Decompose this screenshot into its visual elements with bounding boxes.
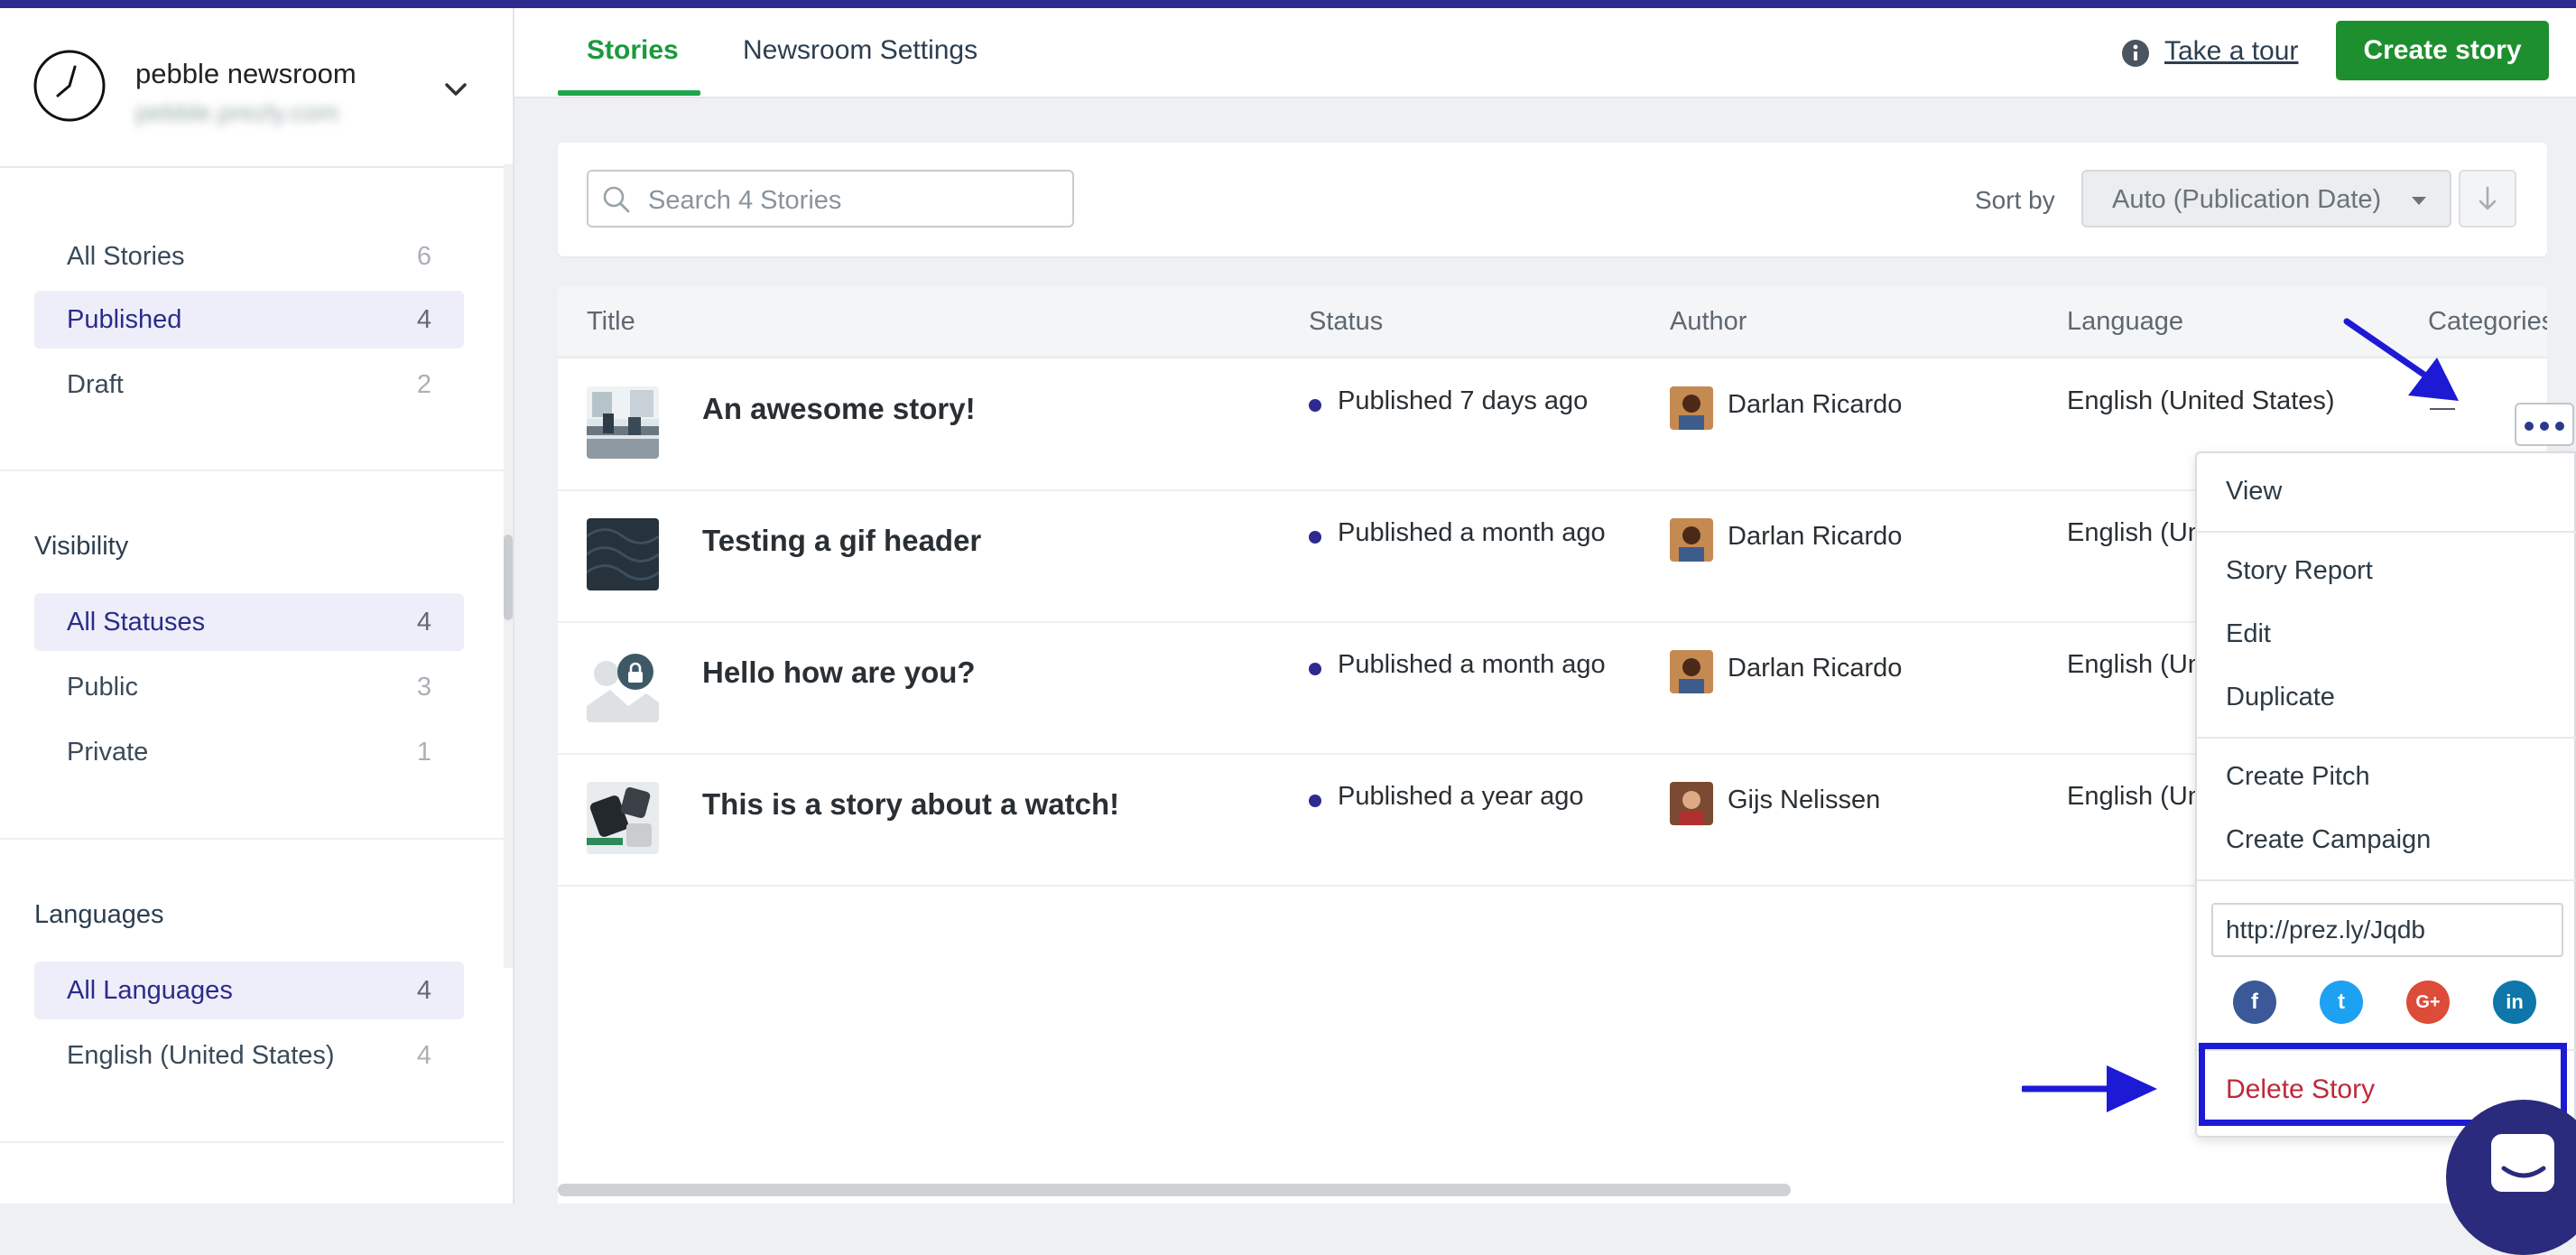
sidebar-item-private[interactable]: Private 1 (34, 723, 464, 781)
twitter-share-icon[interactable]: t (2320, 981, 2363, 1024)
story-author: Darlan Ricardo (1728, 654, 1903, 683)
linkedin-share-icon[interactable]: in (2493, 981, 2536, 1024)
clock-logo-icon (33, 50, 106, 122)
facebook-share-icon[interactable]: f (2233, 981, 2276, 1024)
menu-item-view[interactable]: View (2226, 477, 2282, 507)
story-title[interactable]: Testing a gif header (702, 524, 981, 558)
story-author: Darlan Ricardo (1728, 390, 1903, 419)
menu-item-story-report[interactable]: Story Report (2226, 556, 2373, 586)
sidebar-divider (0, 838, 504, 840)
author-avatar (1670, 650, 1713, 693)
menu-item-create-campaign[interactable]: Create Campaign (2226, 825, 2431, 855)
row-actions-button[interactable] (2515, 403, 2574, 446)
story-actions-menu: View Story Report Edit Duplicate Create … (2195, 451, 2576, 1138)
story-thumbnail (587, 386, 659, 459)
menu-divider (2197, 531, 2576, 533)
arrow-down-icon (2479, 186, 2497, 210)
story-language: English (Un (2067, 782, 2202, 811)
sidebar-scrollbar[interactable] (504, 164, 513, 968)
sort-dropdown[interactable]: Auto (Publication Date) (2081, 170, 2451, 228)
story-title[interactable]: Hello how are you? (702, 655, 976, 690)
column-header-author[interactable]: Author (1670, 307, 1747, 337)
sidebar-item-english-us[interactable]: English (United States) 4 (34, 1027, 464, 1084)
sidebar-item-all-statuses[interactable]: All Statuses 4 (34, 593, 464, 651)
menu-divider (2197, 737, 2576, 739)
sort-direction-button[interactable] (2459, 170, 2516, 228)
search-box[interactable] (587, 170, 1074, 228)
author-avatar (1670, 518, 1713, 562)
story-thumbnail (587, 518, 659, 590)
active-tab-indicator (558, 90, 700, 96)
newsroom-url: pebble.prezly.com (135, 98, 339, 126)
sidebar-divider (0, 1141, 504, 1143)
menu-item-edit[interactable]: Edit (2226, 619, 2271, 649)
story-language: English (Un (2067, 650, 2202, 679)
search-icon (603, 186, 630, 213)
column-header-categories[interactable]: Categories (2428, 307, 2547, 337)
status-dot (1309, 795, 1321, 807)
sidebar-item-public[interactable]: Public 3 (34, 658, 464, 716)
story-categories-empty (2430, 408, 2455, 410)
story-thumbnail (587, 782, 659, 854)
story-status: Published a year ago (1338, 782, 1584, 811)
sidebar: pebble newsroom pebble.prezly.com All St… (0, 8, 514, 1204)
take-a-tour-link[interactable]: Take a tour (2164, 36, 2298, 67)
search-input[interactable] (646, 177, 1065, 224)
sidebar-divider (0, 469, 504, 471)
table-header: Title Status Author Language Categories (558, 286, 2547, 358)
caret-down-icon (2412, 197, 2426, 205)
column-header-title[interactable]: Title (587, 307, 635, 337)
visibility-heading: Visibility (34, 532, 129, 561)
story-language: English (Un (2067, 518, 2202, 547)
newsroom-switcher[interactable]: pebble newsroom pebble.prezly.com (0, 8, 513, 168)
newsroom-name: pebble newsroom (135, 58, 357, 89)
top-header: Stories Newsroom Settings Take a tour Cr… (514, 8, 2576, 98)
create-story-button[interactable]: Create story (2336, 21, 2549, 80)
chevron-down-icon[interactable] (442, 80, 469, 98)
languages-heading: Languages (34, 900, 164, 929)
story-author: Darlan Ricardo (1728, 522, 1903, 551)
sidebar-item-published[interactable]: Published 4 (34, 291, 464, 349)
sidebar-item-all-languages[interactable]: All Languages 4 (34, 962, 464, 1019)
top-accent-bar (0, 0, 2576, 8)
table-horizontal-scrollbar[interactable] (558, 1184, 1791, 1196)
chat-launcher-button[interactable] (2446, 1100, 2576, 1255)
author-avatar (1670, 386, 1713, 430)
status-dot (1309, 399, 1321, 412)
search-toolbar: Sort by Auto (Publication Date) (558, 143, 2547, 256)
sidebar-item-all-stories[interactable]: All Stories 6 (34, 228, 464, 285)
column-header-status[interactable]: Status (1309, 307, 1383, 337)
chat-bubble-icon (2491, 1134, 2554, 1192)
story-author: Gijs Nelissen (1728, 786, 1881, 814)
column-header-language[interactable]: Language (2067, 307, 2183, 337)
story-status: Published a month ago (1338, 518, 1606, 547)
story-status: Published a month ago (1338, 650, 1606, 679)
story-status: Published 7 days ago (1338, 386, 1589, 415)
sort-label: Sort by (1975, 186, 2055, 214)
tab-newsroom-settings[interactable]: Newsroom Settings (743, 35, 978, 66)
sort-value: Auto (Publication Date) (2112, 185, 2382, 214)
sidebar-item-draft[interactable]: Draft 2 (34, 356, 464, 414)
private-story-thumbnail (587, 650, 659, 722)
author-avatar (1670, 782, 1713, 825)
tab-stories[interactable]: Stories (587, 35, 679, 66)
status-dot (1309, 531, 1321, 544)
menu-divider (2197, 879, 2576, 881)
sidebar-scrollbar-thumb[interactable] (504, 535, 513, 620)
menu-item-create-pitch[interactable]: Create Pitch (2226, 762, 2370, 792)
google-plus-share-icon[interactable]: G+ (2406, 981, 2450, 1024)
story-title[interactable]: This is a story about a watch! (702, 787, 1119, 822)
info-icon (2122, 40, 2149, 67)
story-language: English (United States) (2067, 386, 2335, 415)
story-title[interactable]: An awesome story! (702, 392, 976, 426)
status-dot (1309, 663, 1321, 675)
more-dots-icon (2525, 422, 2534, 431)
short-url-field[interactable] (2211, 903, 2563, 957)
menu-item-duplicate[interactable]: Duplicate (2226, 683, 2335, 712)
